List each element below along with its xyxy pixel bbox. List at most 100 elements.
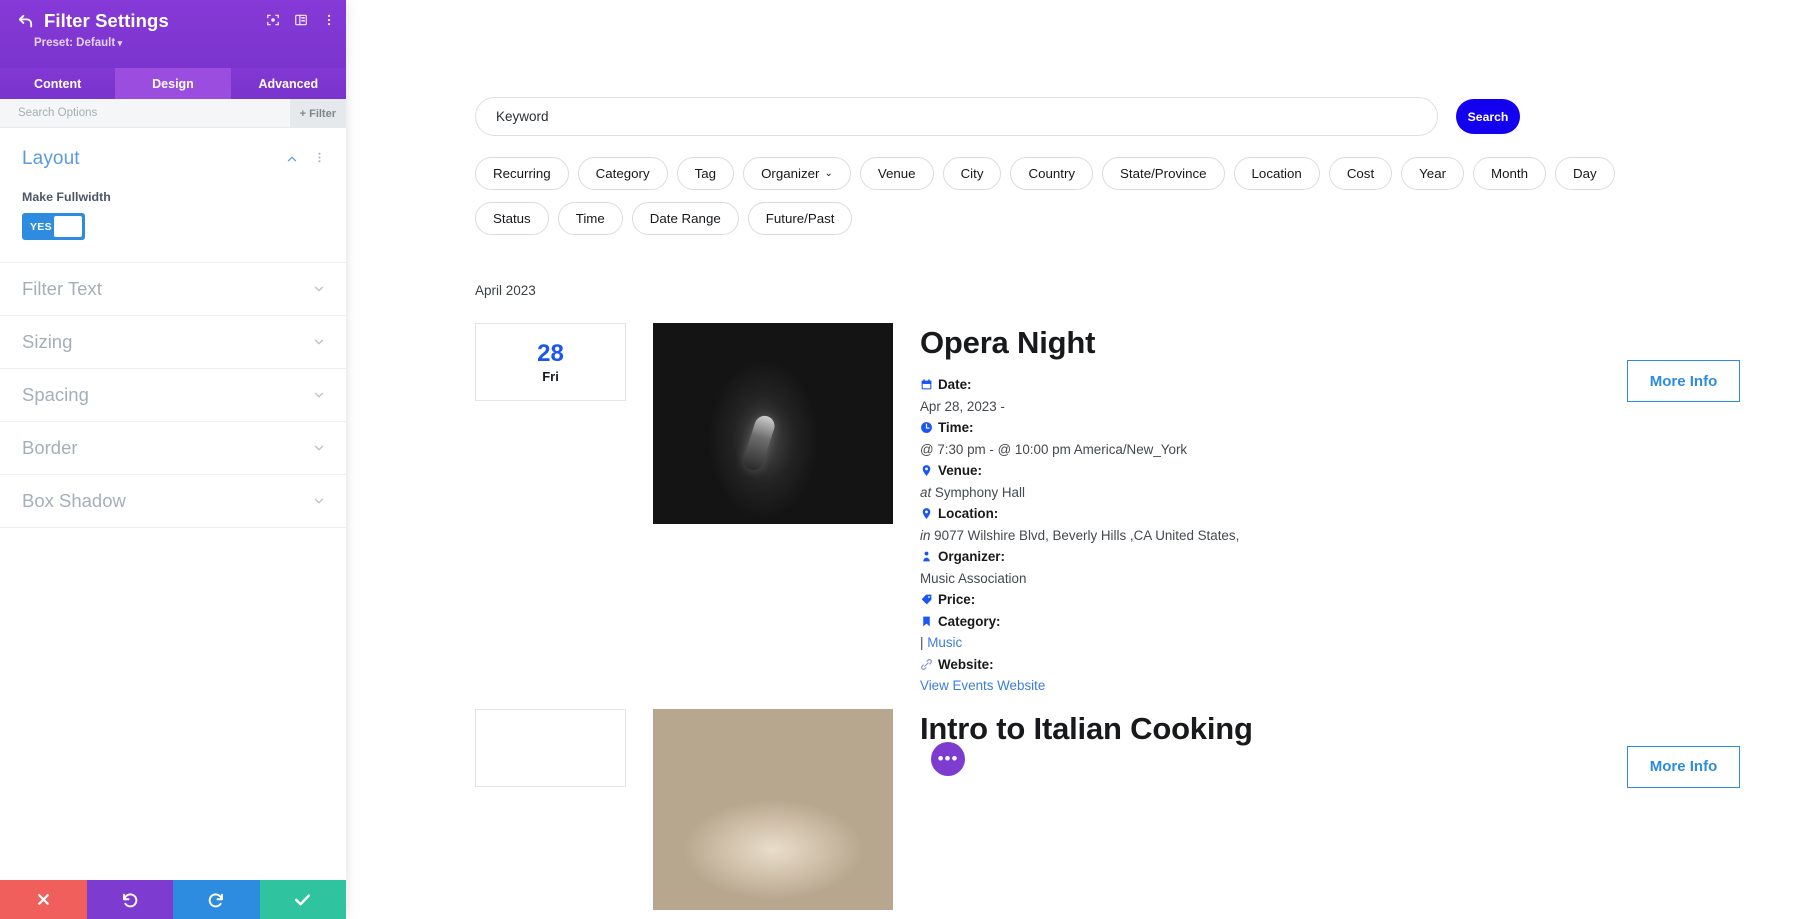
- pill-label: Date Range: [650, 211, 721, 226]
- check-icon: [293, 890, 312, 909]
- meta-organizer-value: Music Association: [920, 568, 1800, 590]
- tab-content[interactable]: Content: [0, 68, 115, 99]
- filter-pill-state-province[interactable]: State/Province: [1102, 157, 1224, 190]
- event-title[interactable]: Opera Night: [920, 325, 1800, 361]
- section-spacing[interactable]: Spacing: [0, 369, 346, 422]
- back-arrow-icon[interactable]: [14, 10, 36, 32]
- tab-advanced[interactable]: Advanced: [231, 68, 346, 99]
- meta-value-text: Symphony Hall: [935, 485, 1025, 500]
- filter-pills-row-2: Status Time Date Range Future/Past: [475, 202, 1716, 235]
- chevron-down-icon: [312, 494, 326, 508]
- section-filter-text[interactable]: Filter Text: [0, 263, 346, 316]
- more-info-button[interactable]: More Info: [1627, 746, 1740, 788]
- section-layout-title: Layout: [22, 148, 277, 170]
- event-thumbnail[interactable]: [653, 709, 893, 910]
- section-layout-more-icon[interactable]: [313, 151, 326, 168]
- filter-pill-tag[interactable]: Tag: [677, 157, 734, 190]
- filter-pill-time[interactable]: Time: [558, 202, 623, 235]
- event-row: 28 Fri Opera Night Date: Apr 28, 2023 - …: [346, 323, 1800, 697]
- toggle-value: YES: [30, 221, 52, 233]
- filter-pill-location[interactable]: Location: [1234, 157, 1320, 190]
- focus-frame-icon[interactable]: [266, 13, 280, 27]
- chevron-down-icon: ⌄: [824, 168, 832, 179]
- chevron-down-icon: [312, 335, 326, 349]
- more-vertical-icon[interactable]: [322, 13, 336, 27]
- event-thumbnail[interactable]: [653, 323, 893, 524]
- filter-pill-recurring[interactable]: Recurring: [475, 157, 569, 190]
- close-icon: [35, 891, 52, 908]
- pill-label: Venue: [878, 166, 916, 181]
- filter-pill-category[interactable]: Category: [578, 157, 668, 190]
- pill-label: Organizer: [761, 166, 819, 181]
- pill-label: Cost: [1347, 166, 1374, 181]
- singer-photo: [653, 323, 893, 524]
- section-filter-text-label: Filter Text: [22, 278, 312, 300]
- preset-selector[interactable]: Preset: Default ▾: [34, 37, 332, 49]
- filter-pill-venue[interactable]: Venue: [860, 157, 934, 190]
- meta-value-text: 9077 Wilshire Blvd, Beverly Hills ,CA Un…: [934, 528, 1239, 543]
- pill-label: State/Province: [1120, 166, 1206, 181]
- filter-pill-month[interactable]: Month: [1473, 157, 1546, 190]
- section-box-shadow-label: Box Shadow: [22, 490, 312, 512]
- meta-label-text: Time:: [938, 417, 973, 439]
- pill-label: Day: [1573, 166, 1597, 181]
- make-fullwidth-toggle[interactable]: YES: [22, 213, 85, 240]
- meta-label-text: Website:: [938, 654, 994, 676]
- panel-footer: [0, 880, 346, 919]
- chevron-up-icon[interactable]: [285, 152, 299, 166]
- pill-label: Location: [1252, 166, 1302, 181]
- undo-button[interactable]: [87, 880, 174, 919]
- event-title[interactable]: Intro to Italian Cooking: [920, 711, 1800, 747]
- map-pin-icon: [920, 507, 933, 520]
- redo-button[interactable]: [173, 880, 260, 919]
- website-link[interactable]: View Events Website: [920, 678, 1045, 693]
- meta-category-value: | Music: [920, 632, 1800, 654]
- section-sizing[interactable]: Sizing: [0, 316, 346, 369]
- panel-body: Layout Make Fullwidth YES Filter Text: [0, 128, 346, 919]
- filter-pill-day[interactable]: Day: [1555, 157, 1615, 190]
- cancel-button[interactable]: [0, 880, 87, 919]
- tab-design[interactable]: Design: [115, 68, 230, 99]
- search-button[interactable]: Search: [1456, 99, 1520, 134]
- meta-label-text: Organizer:: [938, 546, 1005, 568]
- meta-organizer-label: Organizer:: [920, 546, 1800, 568]
- pill-label: Time: [576, 211, 605, 226]
- layout-panel-icon[interactable]: [294, 13, 308, 27]
- filter-pill-country[interactable]: Country: [1010, 157, 1093, 190]
- redo-icon: [207, 891, 225, 909]
- filter-pill-future-past[interactable]: Future/Past: [748, 202, 853, 235]
- chevron-down-icon: [312, 388, 326, 402]
- more-info-button[interactable]: More Info: [1627, 360, 1740, 402]
- meta-label-text: Date:: [938, 374, 971, 396]
- pill-label: Category: [596, 166, 650, 181]
- filter-pill-year[interactable]: Year: [1401, 157, 1464, 190]
- filter-pills: Recurring Category Tag Organizer⌄ Venue …: [346, 136, 1716, 235]
- chevron-down-icon: [312, 282, 326, 296]
- add-filter-button[interactable]: + Filter: [290, 99, 346, 128]
- filter-pill-organizer[interactable]: Organizer ⌄: [743, 157, 851, 190]
- panel-tabs: Content Design Advanced: [0, 68, 346, 99]
- calendar-icon: [920, 378, 933, 391]
- section-border[interactable]: Border: [0, 422, 346, 475]
- section-box-shadow[interactable]: Box Shadow: [0, 475, 346, 528]
- category-link[interactable]: Music: [927, 635, 962, 650]
- search-row: Search: [346, 0, 1800, 136]
- meta-label-text: Price:: [938, 589, 975, 611]
- filter-pill-city[interactable]: City: [943, 157, 1002, 190]
- person-icon: [920, 550, 933, 563]
- event-details: Intro to Italian Cooking: [920, 709, 1800, 747]
- month-heading: April 2023: [346, 283, 1800, 298]
- meta-venue-value: at Symphony Hall: [920, 482, 1800, 504]
- filter-pill-date-range[interactable]: Date Range: [632, 202, 739, 235]
- keyword-input[interactable]: [475, 97, 1438, 136]
- search-options-input[interactable]: Search Options: [18, 107, 97, 119]
- app-root: Filter Settings Preset: Default ▾: [0, 0, 1800, 919]
- filter-pill-cost[interactable]: Cost: [1329, 157, 1392, 190]
- filter-pill-status[interactable]: Status: [475, 202, 549, 235]
- event-day-name: Fri: [542, 369, 559, 384]
- save-button[interactable]: [260, 880, 347, 919]
- meta-label-text: Location:: [938, 503, 998, 525]
- event-row: Intro to Italian Cooking More Info: [346, 709, 1800, 910]
- make-fullwidth-label: Make Fullwidth: [22, 190, 326, 204]
- meta-location-label: Location:: [920, 503, 1800, 525]
